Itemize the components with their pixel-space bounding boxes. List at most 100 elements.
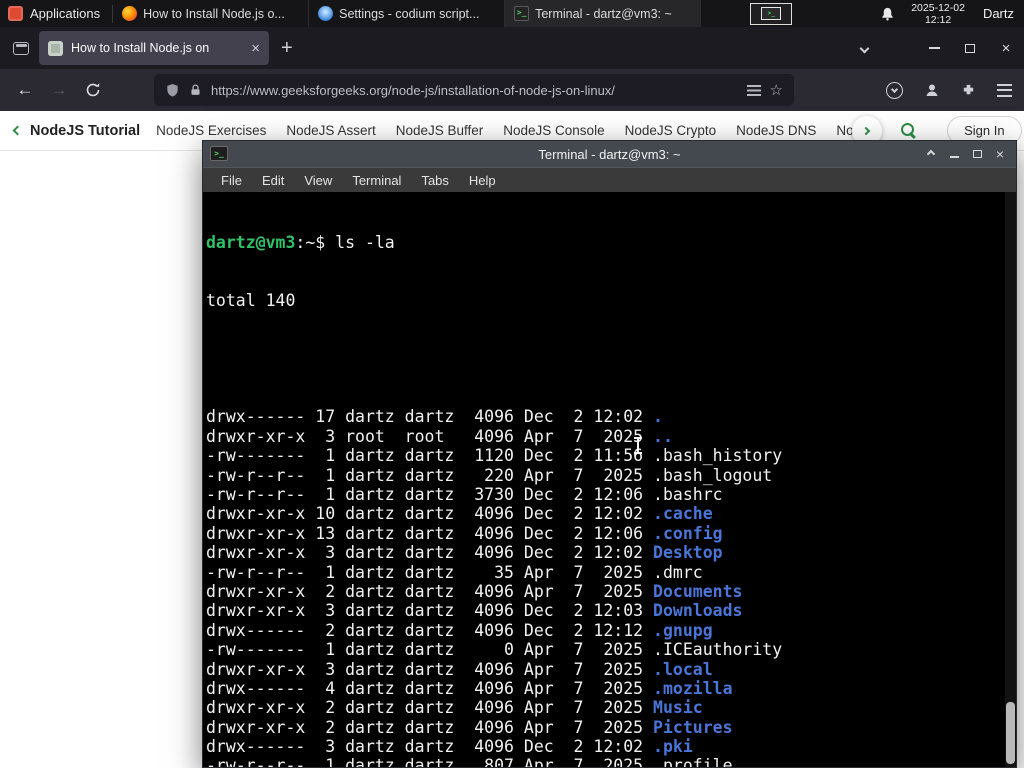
terminal-line: -rw-r--r-- 1 dartz dartz 807 Apr 7 2025 … xyxy=(206,756,1016,767)
file-meta: -rw------- 1 dartz dartz 0 Apr 7 2025 xyxy=(206,640,654,660)
file-name: .gnupg xyxy=(653,620,713,640)
taskbar-item[interactable]: Settings - codium script... xyxy=(309,0,506,27)
terminal-line: drwxr-xr-x 13 dartz dartz 4096 Dec 2 12:… xyxy=(206,524,1016,543)
terminal-menu-item[interactable]: File xyxy=(211,173,252,188)
terminal-menu-item[interactable]: Terminal xyxy=(342,173,411,188)
pocket-icon[interactable] xyxy=(886,81,903,99)
applications-label: Applications xyxy=(30,6,101,21)
site-nav-link[interactable]: NodeJS DNS xyxy=(736,123,816,138)
applications-menu[interactable]: Applications xyxy=(0,0,112,27)
reader-view-icon[interactable] xyxy=(746,84,761,96)
new-tab-button[interactable]: + xyxy=(281,38,293,58)
url-text[interactable]: https://www.geeksforgeeks.org/node-js/in… xyxy=(211,83,738,98)
window-close-button[interactable]: × xyxy=(988,27,1024,69)
terminal-menu-item[interactable]: Tabs xyxy=(411,173,458,188)
terminal-output[interactable]: dartz@vm3:~$ ls -la total 140 drwx------… xyxy=(203,192,1016,767)
terminal-line: -rw-r--r-- 1 dartz dartz 35 Apr 7 2025 .… xyxy=(206,563,1016,582)
terminal-line: drwxr-xr-x 2 dartz dartz 4096 Apr 7 2025… xyxy=(206,698,1016,717)
prompt-user-host: dartz@vm3 xyxy=(206,232,296,252)
user-menu[interactable]: Dartz xyxy=(983,6,1014,21)
site-nav-link[interactable]: NodeJS Assert xyxy=(286,123,375,138)
tab-close-icon[interactable]: × xyxy=(251,41,260,56)
window-minimize-button[interactable] xyxy=(916,27,952,69)
terminal-menubar: File Edit View Terminal Tabs Help xyxy=(203,167,1016,192)
clock[interactable]: 2025-12-02 12:12 xyxy=(911,2,965,26)
text-cursor-pointer xyxy=(634,437,642,454)
site-nav-link[interactable]: NodeJS Crypto xyxy=(625,123,717,138)
bookmark-star-icon[interactable]: ☆ xyxy=(770,83,783,98)
notifications-bell-icon[interactable] xyxy=(880,6,895,22)
terminal-listing: drwx------ 17 dartz dartz 4096 Dec 2 12:… xyxy=(206,349,1016,767)
workspace-indicator[interactable] xyxy=(750,2,793,25)
terminal-total-line: total 140 xyxy=(206,291,296,311)
search-icon[interactable] xyxy=(900,122,917,139)
terminal-menu-item[interactable]: View xyxy=(294,173,342,188)
file-name: .mozilla xyxy=(653,678,733,698)
site-nav-link[interactable]: NodeJS Console xyxy=(503,123,604,138)
file-name: .local xyxy=(653,659,713,679)
tracking-shield-icon[interactable] xyxy=(165,83,180,98)
lock-icon[interactable] xyxy=(189,83,202,97)
file-meta: drwx------ 17 dartz dartz 4096 Dec 2 12:… xyxy=(206,407,654,427)
file-name: .ICEauthority xyxy=(653,640,783,660)
terminal-menu-item[interactable]: Edit xyxy=(252,173,294,188)
terminal-prompt-line: dartz@vm3:~$ ls -la xyxy=(206,233,1016,252)
window-maximize-button[interactable] xyxy=(952,27,988,69)
applications-icon xyxy=(8,6,23,21)
terminal-menu-item[interactable]: Help xyxy=(459,173,506,188)
file-meta: drwxr-xr-x 13 dartz dartz 4096 Dec 2 12:… xyxy=(206,523,654,543)
terminal-line: drwxr-xr-x 3 root root 4096 Apr 7 2025 .… xyxy=(206,427,1016,446)
site-nav-link[interactable]: NodeJS Exercises xyxy=(156,123,266,138)
terminal-titlebar[interactable]: Terminal - dartz@vm3: ~ × xyxy=(203,141,1016,167)
reload-button[interactable] xyxy=(76,82,110,98)
terminal-line: drwxr-xr-x 10 dartz dartz 4096 Dec 2 12:… xyxy=(206,504,1016,523)
maximize-button[interactable] xyxy=(969,146,985,162)
terminal-line: -rw------- 1 dartz dartz 1120 Dec 2 11:5… xyxy=(206,446,1016,465)
file-meta: drwx------ 4 dartz dartz 4096 Apr 7 2025 xyxy=(206,678,654,698)
terminal-line: -rw-r--r-- 1 dartz dartz 220 Apr 7 2025 … xyxy=(206,466,1016,485)
menu-icon[interactable] xyxy=(997,83,1012,97)
site-back-link[interactable]: NodeJS Tutorial xyxy=(0,123,156,139)
file-name: .config xyxy=(653,523,723,543)
scrollbar-thumb[interactable] xyxy=(1006,702,1015,764)
taskbar-item[interactable]: How to Install Node.js o... xyxy=(113,0,310,27)
terminal-scrollbar[interactable] xyxy=(1005,192,1016,767)
minimize-button[interactable] xyxy=(946,146,962,162)
close-button[interactable]: × xyxy=(992,146,1008,162)
shade-button[interactable] xyxy=(923,146,939,162)
site-nav-link[interactable]: NodeJS Buffer xyxy=(396,123,484,138)
terminal-mini-icon xyxy=(761,7,782,20)
file-meta: -rw-r--r-- 1 dartz dartz 807 Apr 7 2025 xyxy=(206,756,654,767)
file-name: .bash_logout xyxy=(653,465,773,485)
file-meta: drwxr-xr-x 2 dartz dartz 4096 Apr 7 2025 xyxy=(206,581,654,601)
taskbar-item-label: Terminal - dartz@vm3: ~ xyxy=(535,6,672,21)
file-name: Downloads xyxy=(653,601,743,621)
firefox-view-icon[interactable] xyxy=(13,41,29,55)
taskbar-item-label: How to Install Node.js o... xyxy=(143,6,285,21)
taskbar-item-label: Settings - codium script... xyxy=(339,6,480,21)
file-meta: -rw-r--r-- 1 dartz dartz 35 Apr 7 2025 xyxy=(206,562,654,582)
site-nav-links: NodeJS Exercises NodeJS Assert NodeJS Buff… xyxy=(156,123,868,138)
back-button[interactable]: ← xyxy=(8,80,42,100)
file-meta: drwxr-xr-x 3 dartz dartz 4096 Dec 2 12:0… xyxy=(206,601,654,621)
terminal-line: drwx------ 17 dartz dartz 4096 Dec 2 12:… xyxy=(206,407,1016,426)
browser-toolbar: ← → https://www.geeksforgeeks.org/node-j… xyxy=(0,69,1024,111)
terminal-icon xyxy=(210,146,228,161)
file-name: .bashrc xyxy=(653,485,723,504)
browser-tab[interactable]: How to Install Node.js on × xyxy=(39,31,269,65)
taskbar: How to Install Node.js o... Settings - c… xyxy=(113,0,702,27)
taskbar-item[interactable]: Terminal - dartz@vm3: ~ xyxy=(505,0,702,27)
forward-button[interactable]: → xyxy=(42,80,76,100)
file-meta: drwxr-xr-x 10 dartz dartz 4096 Dec 2 12:… xyxy=(206,504,654,524)
chevron-left-icon xyxy=(12,125,23,136)
prompt-command: :~$ ls -la xyxy=(295,232,395,252)
terminal-line: -rw------- 1 dartz dartz 0 Apr 7 2025 .I… xyxy=(206,640,1016,659)
file-name: .. xyxy=(653,426,673,446)
account-icon[interactable] xyxy=(924,82,940,98)
list-all-tabs-icon[interactable] xyxy=(859,43,870,53)
url-bar[interactable]: https://www.geeksforgeeks.org/node-js/in… xyxy=(154,74,794,106)
taskbar-item-icon xyxy=(318,6,334,21)
extensions-icon[interactable] xyxy=(961,83,976,98)
file-name: Pictures xyxy=(653,717,733,737)
file-name: .pki xyxy=(653,737,693,757)
